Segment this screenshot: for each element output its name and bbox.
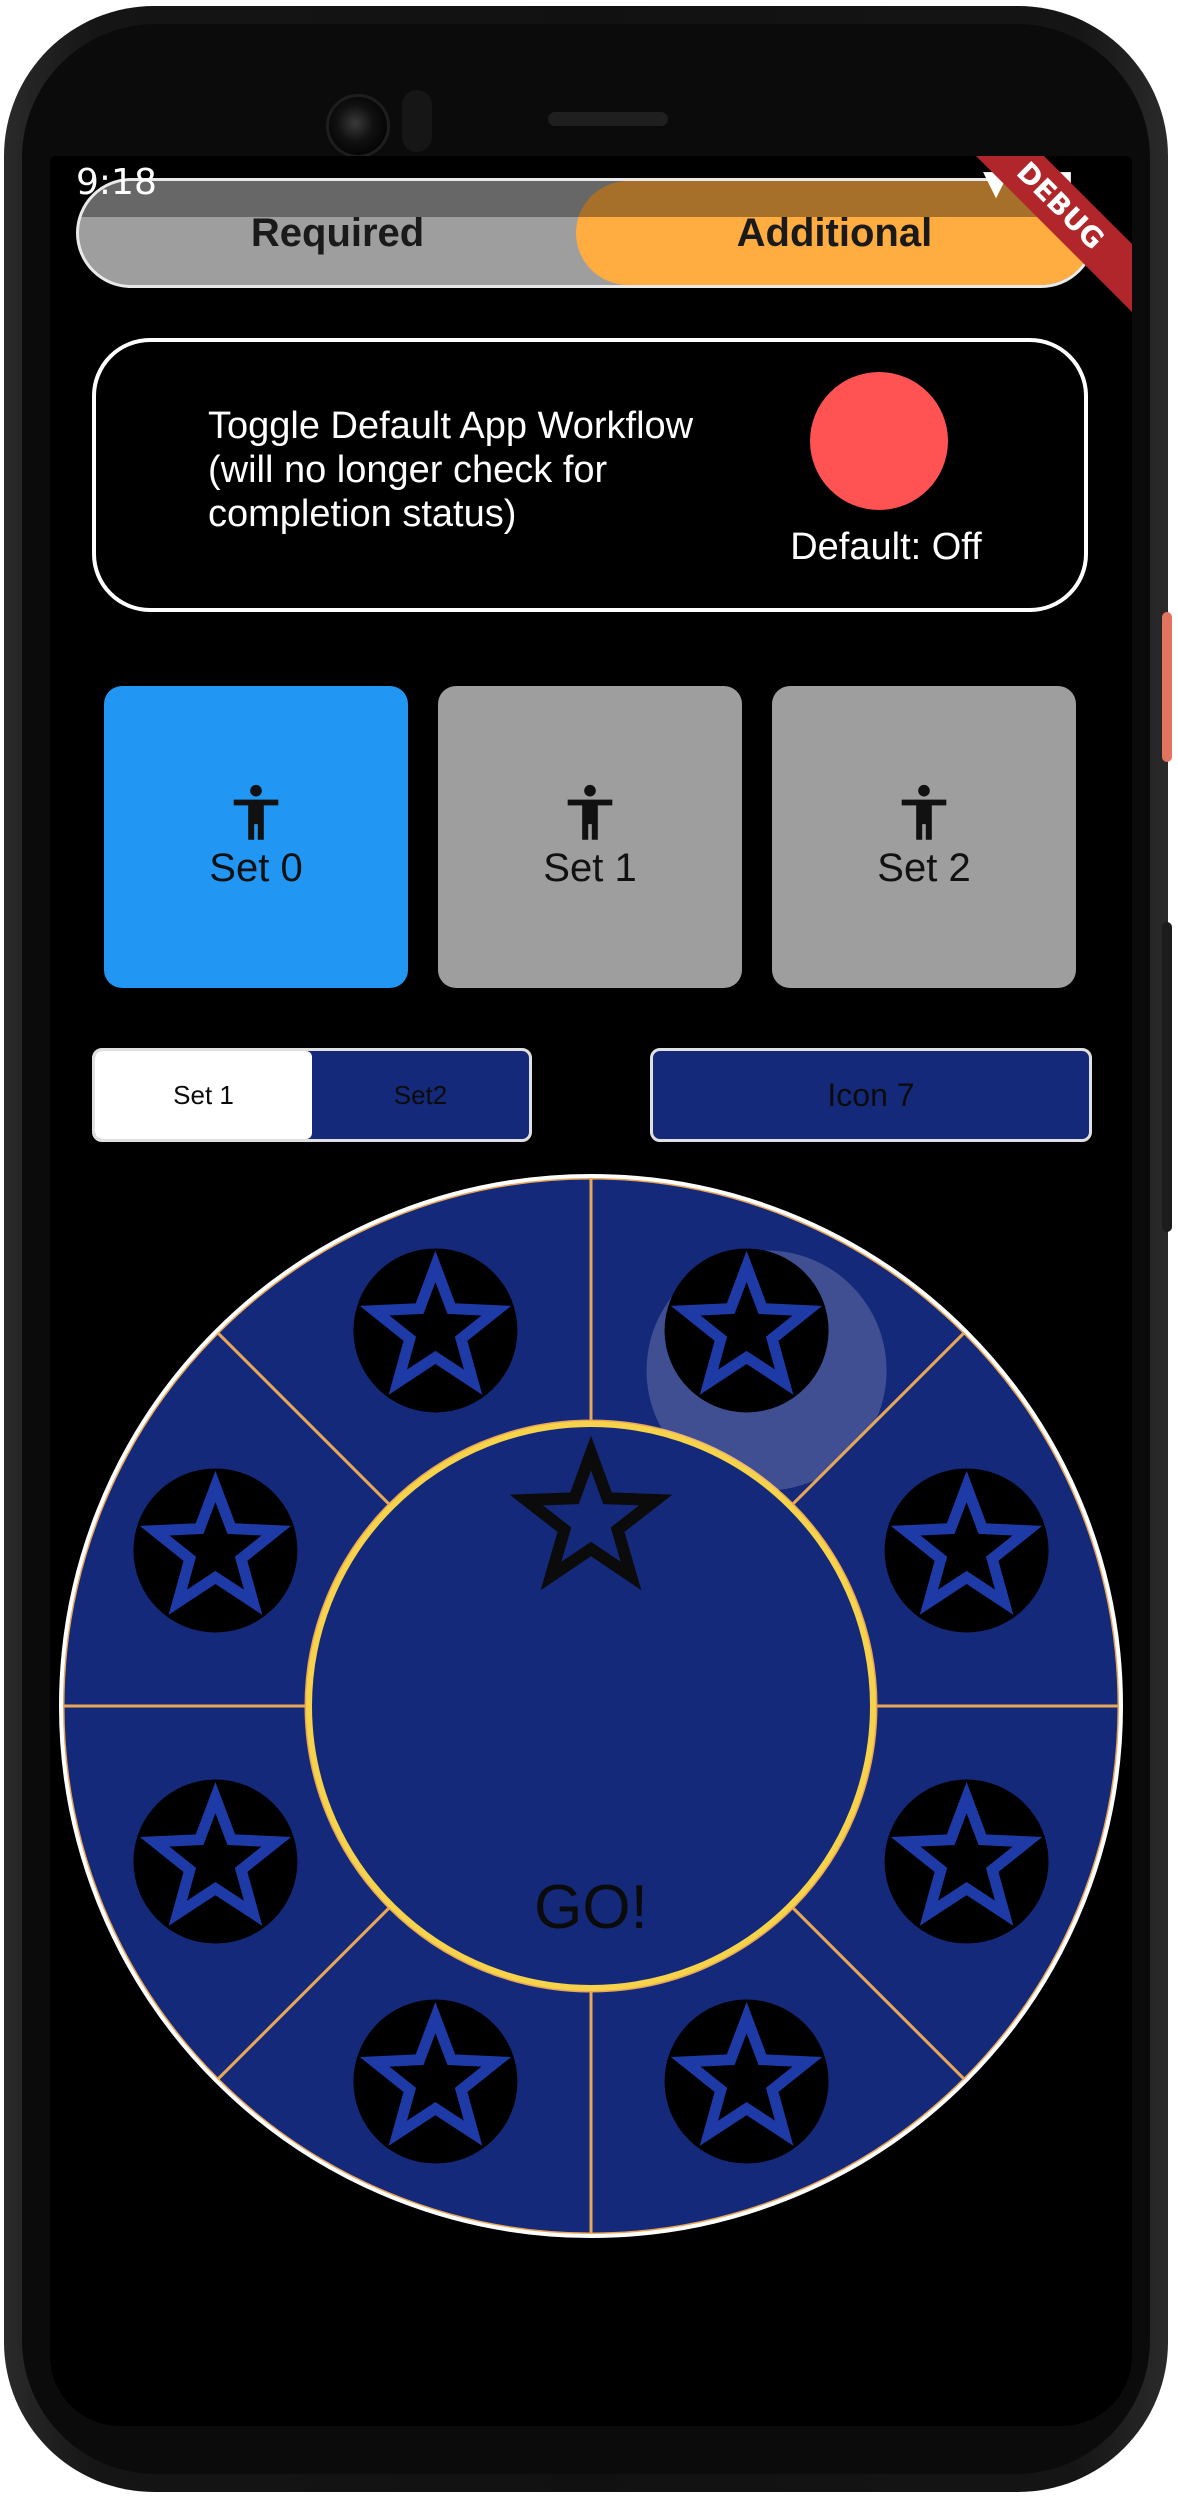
workflow-toggle-button[interactable] — [810, 372, 948, 510]
sensor-icon — [402, 90, 432, 152]
set-1-label: Set 1 — [543, 845, 637, 890]
workflow-status: Default: Off — [790, 526, 982, 568]
volume-button — [1162, 922, 1172, 1232]
set-0-tile[interactable]: Set 0 — [104, 686, 408, 988]
go-label: GO! — [534, 1873, 648, 1942]
workflow-description: Toggle Default App Workflow (will no lon… — [208, 405, 694, 535]
toggle-set-1[interactable]: Set 1 — [95, 1051, 312, 1139]
go-button[interactable]: GO! — [306, 1421, 876, 1991]
app-screen: 9:18 ▼ ◢ ▮ DEBUG Required Additional Tog… — [50, 156, 1132, 2426]
accessibility-icon — [901, 784, 947, 840]
power-button — [1162, 612, 1172, 762]
accessibility-icon — [567, 784, 613, 840]
set-toggle-group: Set 1 Set2 — [92, 1048, 532, 1142]
set-0-label: Set 0 — [209, 845, 303, 890]
workflow-card: Toggle Default App Workflow (will no lon… — [92, 338, 1088, 612]
radial-menu: GO! — [59, 1174, 1123, 2238]
set-2-tile[interactable]: Set 2 — [772, 686, 1076, 988]
set-2-label: Set 2 — [877, 845, 971, 890]
accessibility-icon — [233, 784, 279, 840]
icon-7-button[interactable]: Icon 7 — [650, 1048, 1092, 1142]
set-1-tile[interactable]: Set 1 — [438, 686, 742, 988]
tab-switcher: Required Additional — [76, 178, 1096, 288]
toggle-set-2[interactable]: Set2 — [312, 1051, 529, 1139]
status-bar-overlay — [79, 181, 1093, 217]
status-time: 9:18 — [76, 162, 157, 203]
earpiece-speaker — [548, 112, 668, 126]
front-camera-icon — [326, 94, 390, 158]
phone-frame: 9:18 ▼ ◢ ▮ DEBUG Required Additional Tog… — [4, 6, 1172, 2492]
